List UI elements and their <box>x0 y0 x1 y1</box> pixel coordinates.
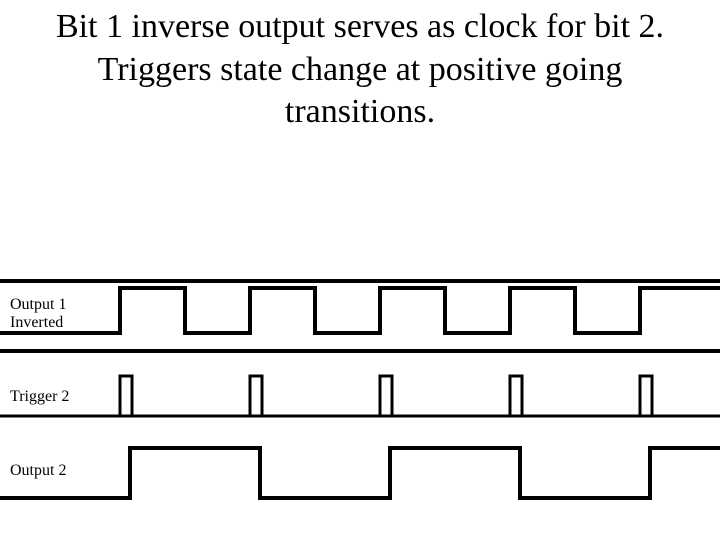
label-trigger2: Trigger 2 <box>10 388 69 406</box>
label-output1-inverted-line2: Inverted <box>10 314 63 331</box>
label-output2: Output 2 <box>10 462 66 480</box>
waveform-output1-inverted <box>0 278 720 348</box>
slide-title: Bit 1 inverse output serves as clock for… <box>20 6 700 134</box>
slide: Bit 1 inverse output serves as clock for… <box>0 0 720 540</box>
waveform-output2 <box>0 430 720 510</box>
waveform-trigger2 <box>0 368 720 428</box>
label-output1-inverted: Output 1 Inverted <box>10 296 66 333</box>
label-output1-inverted-line1: Output 1 <box>10 296 66 313</box>
band-bottom <box>0 344 720 358</box>
